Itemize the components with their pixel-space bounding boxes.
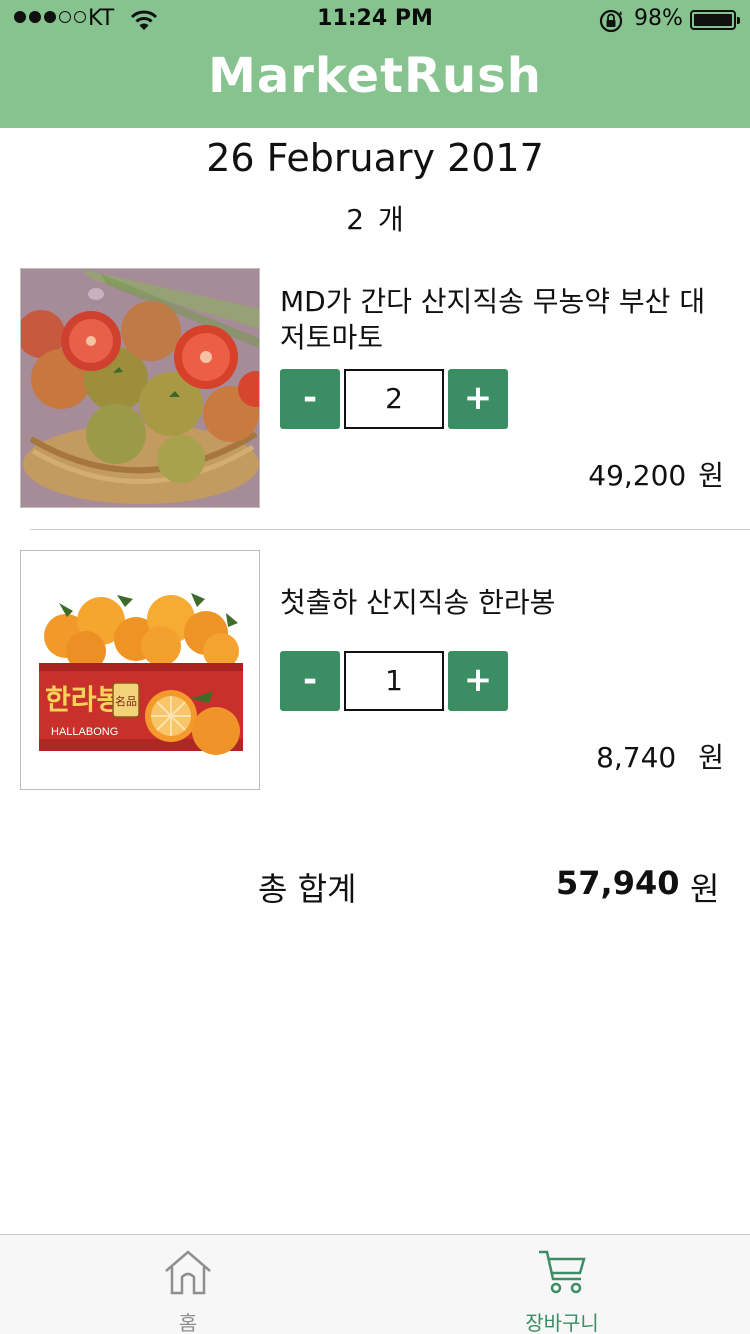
tab-bar: 홈 장바구니 [0, 1234, 750, 1334]
product-name[interactable]: MD가 간다 산지직송 무농약 부산 대저토마토 [280, 284, 730, 356]
tab-home[interactable]: 홈 [63, 1235, 313, 1334]
quantity-field[interactable]: 2 [344, 369, 444, 429]
product-image-hallabong[interactable]: 한라봉 HALLABONG 名品 [20, 550, 260, 790]
app-title: MarketRush [208, 48, 542, 104]
item-price-value: 8,740 [596, 741, 677, 774]
quantity-stepper: - 2 + [280, 369, 508, 429]
battery-percent: 98% [634, 6, 683, 31]
app-header: KT 11:24 PM 98% MarketRush [0, 0, 750, 128]
item-divider [30, 529, 750, 530]
tab-home-label: 홈 [178, 1311, 198, 1334]
box-seal-label: 名品 [115, 694, 137, 708]
box-korean-label: 한라봉 [45, 683, 122, 716]
item-price-value: 49,200 [588, 459, 687, 492]
total-label: 총 합계 [258, 870, 357, 908]
decrease-quantity-button[interactable]: - [280, 651, 340, 711]
box-english-label: HALLABONG [51, 726, 118, 738]
status-bar: KT 11:24 PM 98% [0, 0, 750, 40]
item-price-currency: 원 [698, 459, 724, 492]
increase-quantity-button[interactable]: + [448, 651, 508, 711]
cart-item-count: 2개 [0, 198, 750, 238]
tab-cart-label: 장바구니 [525, 1311, 599, 1334]
product-name[interactable]: 첫출하 산지직송 한라봉 [280, 585, 730, 621]
product-image-tomato[interactable] [20, 268, 260, 508]
rotation-lock-icon [599, 9, 623, 33]
quantity-field[interactable]: 1 [344, 651, 444, 711]
increase-quantity-button[interactable]: + [448, 369, 508, 429]
total-amount: 57,940 [556, 864, 680, 902]
item-price: 8,740 원 [596, 736, 724, 776]
quantity-stepper: - 1 + [280, 651, 508, 711]
home-icon [165, 1250, 211, 1295]
tab-cart[interactable]: 장바구니 [437, 1235, 687, 1334]
cart-date: 26 February 2017 [206, 136, 544, 180]
battery-icon [690, 10, 740, 30]
item-price: 49,200 원 [588, 454, 724, 494]
cart-count-unit: 개 [378, 203, 404, 236]
item-price-currency: 원 [698, 741, 724, 774]
cart-count-number: 2 [346, 203, 365, 236]
total-currency: 원 [690, 870, 720, 908]
cart-icon [539, 1250, 586, 1294]
decrease-quantity-button[interactable]: - [280, 369, 340, 429]
